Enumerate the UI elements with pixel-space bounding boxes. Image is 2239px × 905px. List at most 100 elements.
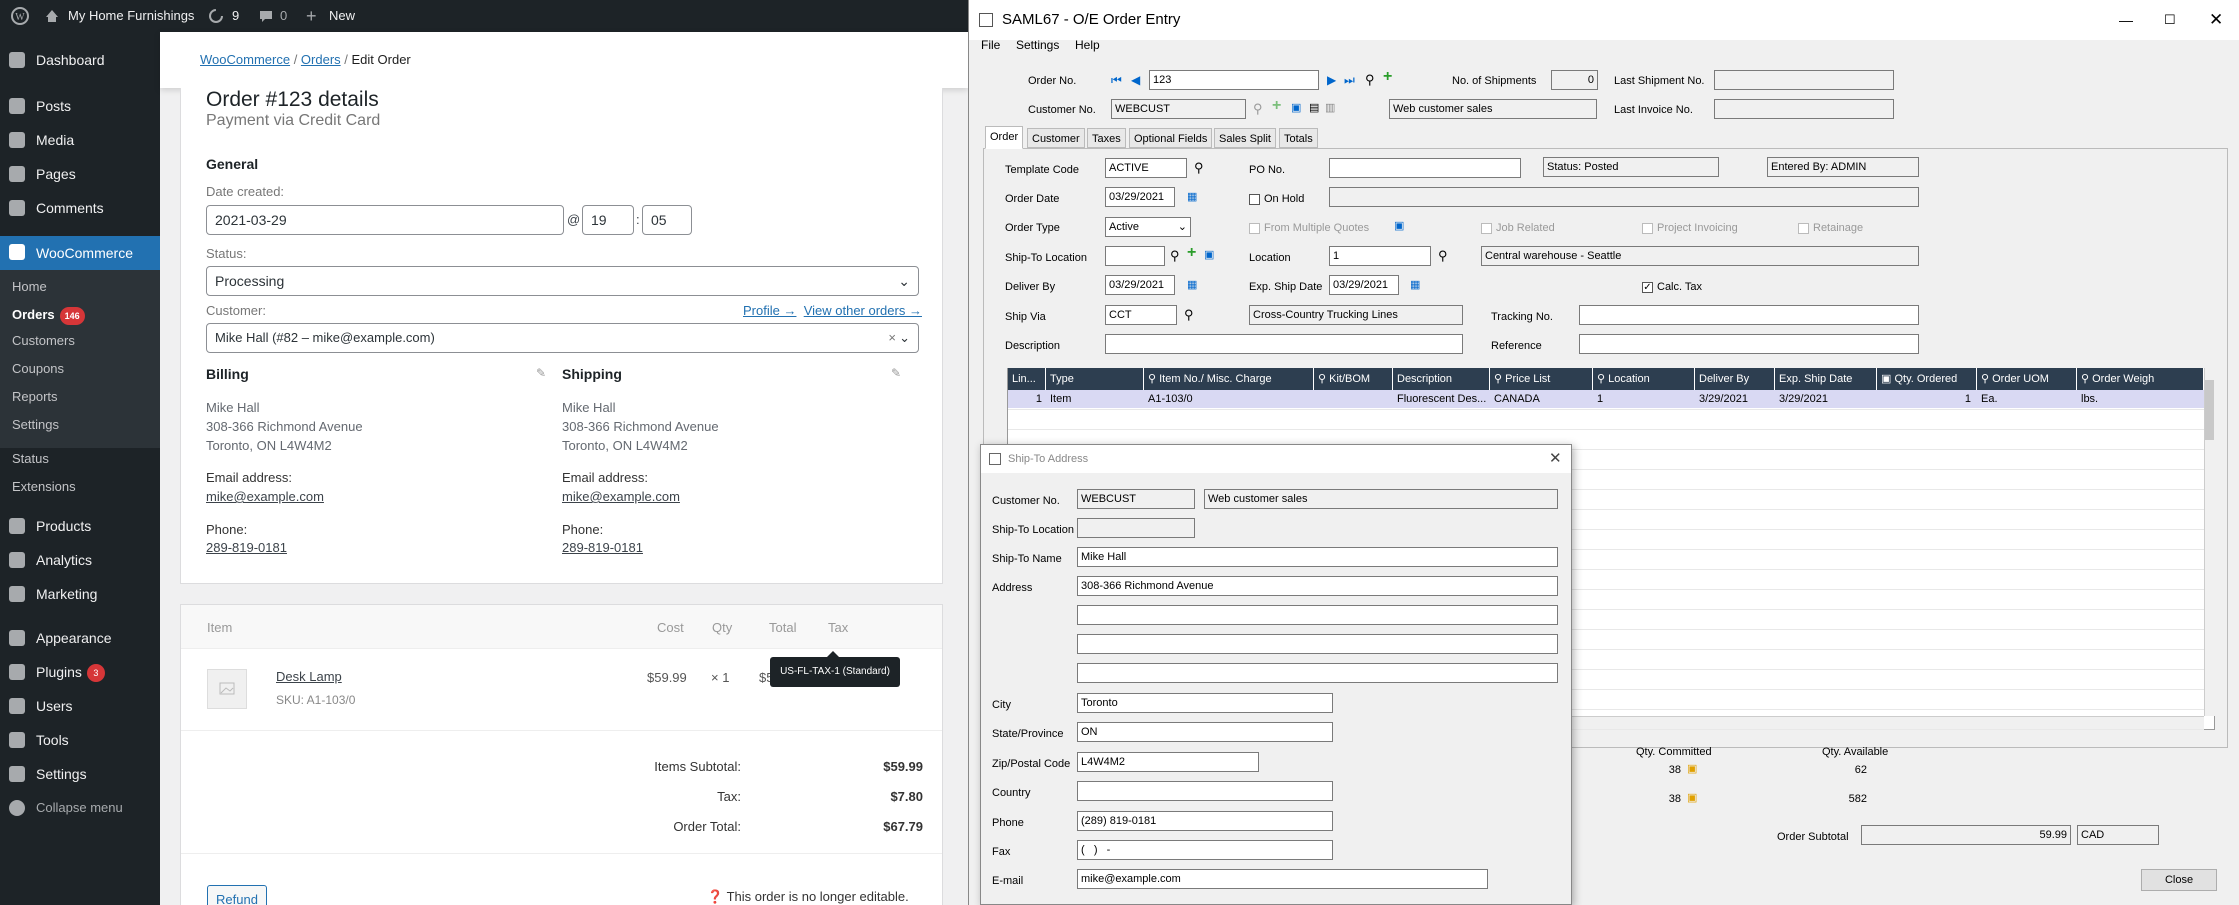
zip-input[interactable]: L4W4M2 (1077, 752, 1259, 772)
email-input[interactable]: mike@example.com (1077, 869, 1488, 889)
address-line-2-input[interactable] (1077, 605, 1558, 625)
submenu-home[interactable]: Home (12, 274, 47, 300)
grid-header-exp-ship-date[interactable]: Exp. Ship Date (1775, 368, 1877, 390)
breadcrumb-orders[interactable]: Orders (301, 52, 341, 67)
grid-header-price-list[interactable]: ⚲ Price List (1490, 368, 1593, 390)
ship-to-zoom-icon[interactable]: ▣ (1204, 248, 1214, 261)
last-record-icon[interactable]: ⏭ (1344, 73, 1355, 88)
close-button[interactable]: Close (2141, 869, 2217, 891)
location-input[interactable]: 1 (1329, 246, 1431, 266)
ship-to-finder-search-icon[interactable]: ⚲ (1170, 248, 1180, 264)
fax-input[interactable]: ( ) - (1077, 840, 1333, 860)
grid-header-item-no[interactable]: ⚲ Item No./ Misc. Charge (1144, 368, 1314, 390)
minute-input[interactable]: 05 (642, 205, 692, 235)
sidebar-item-analytics[interactable]: Analytics (0, 544, 160, 576)
sidebar-item-media[interactable]: Media (0, 124, 160, 156)
new-content-link[interactable]: New (329, 0, 355, 32)
grid-header-line[interactable]: Lin... (1008, 368, 1046, 390)
help-icon[interactable]: ❓ (707, 889, 723, 904)
submenu-customers[interactable]: Customers (12, 328, 75, 354)
customer-inquiry-icon[interactable]: ▤ (1309, 101, 1319, 114)
updates-count[interactable]: 9 (232, 0, 239, 32)
submenu-extensions[interactable]: Extensions (12, 474, 76, 500)
order-no-input[interactable]: 123 (1149, 70, 1319, 90)
order-finder-search-icon[interactable]: ⚲ (1365, 72, 1375, 88)
template-finder-search-icon[interactable]: ⚲ (1194, 160, 1204, 176)
grid-cell-item-no[interactable]: A1-103/0 (1144, 390, 1314, 408)
po-no-input[interactable] (1329, 158, 1521, 178)
grid-cell-order-uom[interactable]: Ea. (1977, 390, 2077, 408)
edit-billing-pencil-icon[interactable]: ✎ (536, 366, 546, 380)
grid-header-location[interactable]: ⚲ Location (1593, 368, 1695, 390)
order-date-calendar-icon[interactable]: ▦ (1187, 190, 1197, 203)
customer-profile-link[interactable]: Profile → (743, 303, 796, 318)
status-select[interactable]: Processing ⌄ (206, 266, 919, 296)
tab-optional-fields[interactable]: Optional Fields (1129, 128, 1213, 148)
grid-cell-type[interactable]: Item (1046, 390, 1144, 408)
ship-to-location-input[interactable] (1105, 246, 1165, 266)
template-code-input[interactable]: ACTIVE (1105, 158, 1187, 178)
clear-icon[interactable]: × (888, 324, 896, 352)
grid-cell-order-weight[interactable]: lbs. (2077, 390, 2204, 408)
submenu-coupons[interactable]: Coupons (12, 356, 64, 382)
close-window-button[interactable]: ✕ (2209, 0, 2223, 40)
grid-cell-description[interactable]: Fluorescent Des... (1393, 390, 1490, 408)
submenu-status[interactable]: Status (12, 446, 49, 472)
refund-button[interactable]: Refund (207, 885, 267, 905)
grid-scroll-thumb[interactable] (2205, 380, 2214, 440)
customer-select[interactable]: Mike Hall (#82 – mike@example.com) × ⌄ (206, 323, 919, 353)
site-name-link[interactable]: My Home Furnishings (68, 0, 194, 32)
address-line-1-input[interactable]: 308-366 Richmond Avenue (1077, 576, 1558, 596)
committed-drilldown-icon-1[interactable]: ▣ (1687, 762, 1697, 775)
address-line-4-input[interactable] (1077, 663, 1558, 683)
product-name-link[interactable]: Desk Lamp (276, 669, 342, 684)
menu-settings[interactable]: Settings (1016, 38, 1059, 52)
grid-cell-location[interactable]: 1 (1593, 390, 1695, 408)
customer-zoom-icon[interactable]: ▣ (1291, 101, 1301, 114)
grid-cell-exp-ship-date[interactable]: 3/29/2021 (1775, 390, 1877, 408)
grid-header-deliver-by[interactable]: Deliver By (1695, 368, 1775, 390)
comments-icon[interactable] (258, 0, 274, 32)
location-finder-search-icon[interactable]: ⚲ (1438, 248, 1448, 264)
order-type-select[interactable]: Active ⌄ (1105, 217, 1191, 237)
hour-input[interactable]: 19 (582, 205, 634, 235)
breadcrumb-woocommerce[interactable]: WooCommerce (200, 52, 290, 67)
tab-taxes[interactable]: Taxes (1087, 128, 1126, 148)
menu-file[interactable]: File (981, 38, 1000, 52)
sidebar-item-woocommerce[interactable]: WooCommerce (0, 236, 160, 270)
order-date-input[interactable]: 03/29/2021 (1105, 187, 1175, 207)
grid-cell-price-list[interactable]: CANADA (1490, 390, 1593, 408)
customer-notes-icon[interactable]: ▥ (1325, 101, 1335, 114)
billing-phone-link[interactable]: 289-819-0181 (206, 540, 287, 555)
new-customer-plus-icon[interactable]: + (1272, 97, 1281, 115)
billing-email-link[interactable]: mike@example.com (206, 489, 324, 504)
shipping-phone-link[interactable]: 289-819-0181 (562, 540, 643, 555)
calc-tax-checkbox[interactable]: ✓ Calc. Tax (1642, 281, 1702, 293)
minimize-button[interactable]: — (2119, 0, 2133, 40)
tab-order[interactable]: Order (985, 126, 1024, 149)
dialog-close-icon[interactable]: ✕ (1549, 449, 1562, 467)
collapse-menu-button[interactable]: Collapse menu (0, 792, 160, 824)
grid-cell-line[interactable]: 1 (1008, 390, 1046, 408)
ship-via-input[interactable]: CCT (1105, 305, 1177, 325)
first-record-icon[interactable]: ⏮ (1111, 73, 1122, 88)
customer-finder-search-icon[interactable]: ⚲ (1253, 101, 1263, 117)
next-record-icon[interactable]: ▶ (1327, 73, 1336, 87)
sidebar-item-tools[interactable]: Tools (0, 724, 160, 756)
updates-icon[interactable] (208, 0, 224, 32)
tracking-no-input[interactable] (1579, 305, 1919, 325)
sidebar-item-appearance[interactable]: Appearance (0, 622, 160, 654)
new-ship-to-plus-icon[interactable]: + (1187, 244, 1196, 262)
ship-via-finder-search-icon[interactable]: ⚲ (1184, 307, 1194, 323)
committed-drilldown-icon-2[interactable]: ▣ (1687, 791, 1697, 804)
sidebar-item-comments[interactable]: Comments (0, 192, 160, 224)
date-created-input[interactable]: 2021-03-29 (206, 205, 564, 235)
city-input[interactable]: Toronto (1077, 693, 1333, 713)
sidebar-item-users[interactable]: Users (0, 690, 160, 722)
submenu-orders[interactable]: Orders 146 (12, 302, 85, 328)
shipping-email-link[interactable]: mike@example.com (562, 489, 680, 504)
grid-cell-qty-ordered[interactable]: 1 (1877, 390, 1977, 408)
sidebar-item-products[interactable]: Products (0, 510, 160, 542)
on-hold-checkbox[interactable]: On Hold (1249, 193, 1304, 205)
grid-cell-deliver-by[interactable]: 3/29/2021 (1695, 390, 1775, 408)
